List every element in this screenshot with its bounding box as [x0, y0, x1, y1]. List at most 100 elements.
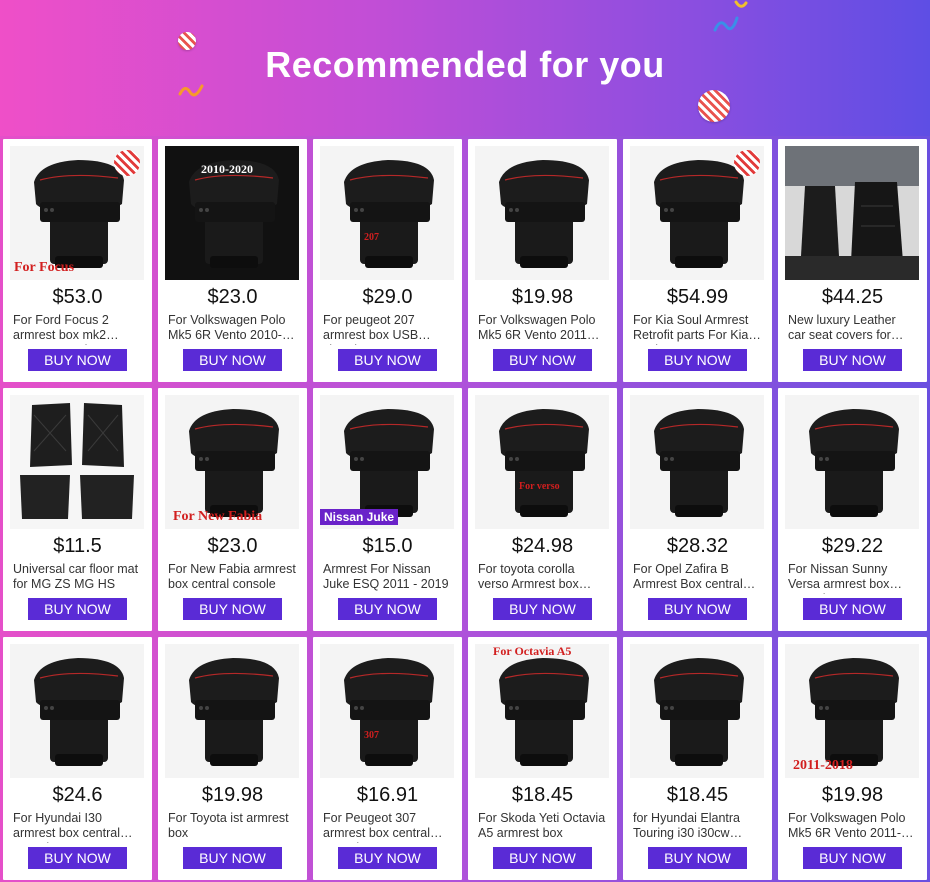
- product-image-caption: 207: [364, 232, 379, 243]
- product-image[interactable]: [785, 395, 919, 529]
- product-image[interactable]: [785, 146, 919, 280]
- product-card[interactable]: $19.98 For Toyota ist armrest box BUY NOW: [158, 637, 307, 880]
- product-image[interactable]: [630, 395, 764, 529]
- buy-now-button[interactable]: BUY NOW: [493, 598, 592, 620]
- buy-now-button[interactable]: BUY NOW: [338, 598, 437, 620]
- buy-now-button[interactable]: BUY NOW: [28, 847, 127, 869]
- gift-badge-icon: [734, 150, 760, 176]
- buy-now-button[interactable]: BUY NOW: [803, 598, 902, 620]
- product-image[interactable]: [10, 644, 144, 778]
- product-image[interactable]: Nissan Juke: [320, 395, 454, 529]
- gift-badge-icon: [114, 150, 140, 176]
- product-price: $19.98: [201, 784, 264, 806]
- product-title[interactable]: For Opel Zafira B Armrest Box central st…: [633, 562, 761, 594]
- product-price: $23.0: [207, 535, 258, 557]
- product-price: $23.0: [207, 286, 258, 308]
- product-price: $24.6: [52, 784, 103, 806]
- product-price: $29.22: [821, 535, 884, 557]
- recommended-banner: Recommended for you: [0, 0, 930, 136]
- product-image[interactable]: [10, 395, 144, 529]
- product-card[interactable]: For Octavia A5 $18.45 For Skoda Yeti Octav…: [468, 637, 617, 880]
- product-image[interactable]: [475, 146, 609, 280]
- product-card[interactable]: $28.32 For Opel Zafira B Armrest Box cent…: [623, 388, 772, 631]
- product-title[interactable]: For Toyota ist armrest box: [168, 811, 296, 843]
- product-image-caption: For Octavia A5: [493, 644, 572, 658]
- product-title[interactable]: For Hyundai I30 armrest box central cons…: [13, 811, 141, 843]
- product-image[interactable]: [630, 146, 764, 280]
- product-price: $18.45: [511, 784, 574, 806]
- product-image-caption: Nissan Juke: [320, 509, 399, 525]
- product-price: $19.98: [511, 286, 574, 308]
- product-card[interactable]: 207 $29.0 For peugeot 207 armrest box USB …: [313, 139, 462, 382]
- product-title[interactable]: For Volkswagen Polo Mk5 6R Vento 2011-20…: [788, 811, 916, 843]
- product-card[interactable]: For verso $24.98 For toyota corolla verso …: [468, 388, 617, 631]
- product-card[interactable]: 2010-2020 $23.0 For Volkswagen Polo Mk5 6R…: [158, 139, 307, 382]
- product-image-caption: For New Fabia: [173, 509, 263, 524]
- product-card[interactable]: $54.99 For Kia Soul Armrest Retrofit part…: [623, 139, 772, 382]
- product-card[interactable]: For Focus $53.0 For Ford Focus 2 armrest b…: [3, 139, 152, 382]
- buy-now-button[interactable]: BUY NOW: [183, 847, 282, 869]
- product-title[interactable]: Universal car floor mat for MG ZS MG HS: [13, 562, 141, 594]
- product-image[interactable]: 307: [320, 644, 454, 778]
- buy-now-button[interactable]: BUY NOW: [803, 349, 902, 371]
- product-card[interactable]: For New Fabia $23.0 For New Fabia armrest …: [158, 388, 307, 631]
- product-title[interactable]: For Skoda Yeti Octavia A5 armrest box: [478, 811, 606, 843]
- buy-now-button[interactable]: BUY NOW: [493, 349, 592, 371]
- product-image-caption: 307: [364, 730, 379, 741]
- product-card[interactable]: $11.5 Universal car floor mat for MG ZS M…: [3, 388, 152, 631]
- buy-now-button[interactable]: BUY NOW: [338, 349, 437, 371]
- product-card[interactable]: 307 $16.91 For Peugeot 307 armrest box cen…: [313, 637, 462, 880]
- product-title[interactable]: For Kia Soul Armrest Retrofit parts For …: [633, 313, 761, 345]
- product-image-caption: For Focus: [14, 260, 75, 275]
- product-price: $53.0: [52, 286, 103, 308]
- buy-now-button[interactable]: BUY NOW: [28, 349, 127, 371]
- product-title[interactable]: For Ford Focus 2 armrest box mk2 center …: [13, 313, 141, 345]
- product-price: $15.0: [362, 535, 413, 557]
- decor-squiggle-icon: [713, 16, 739, 32]
- decor-ball-icon: [698, 90, 730, 122]
- product-title[interactable]: For New Fabia armrest box central consol…: [168, 562, 296, 594]
- product-price: $18.45: [666, 784, 729, 806]
- buy-now-button[interactable]: BUY NOW: [648, 847, 747, 869]
- product-card[interactable]: $44.25 New luxury Leather car seat covers…: [778, 139, 927, 382]
- product-card[interactable]: Nissan Juke $15.0 Armrest For Nissan Juke …: [313, 388, 462, 631]
- product-image[interactable]: 2010-2020: [165, 146, 299, 280]
- product-image[interactable]: 2011-2018: [785, 644, 919, 778]
- product-card[interactable]: $18.45 for Hyundai Elantra Touring i30 i3…: [623, 637, 772, 880]
- buy-now-button[interactable]: BUY NOW: [648, 598, 747, 620]
- product-price: $54.99: [666, 286, 729, 308]
- buy-now-button[interactable]: BUY NOW: [183, 349, 282, 371]
- product-grid: For Focus $53.0 For Ford Focus 2 armrest b…: [0, 136, 930, 882]
- buy-now-button[interactable]: BUY NOW: [28, 598, 127, 620]
- buy-now-button[interactable]: BUY NOW: [803, 847, 902, 869]
- product-title[interactable]: New luxury Leather car seat covers for c…: [788, 313, 916, 345]
- buy-now-button[interactable]: BUY NOW: [338, 847, 437, 869]
- buy-now-button[interactable]: BUY NOW: [493, 847, 592, 869]
- buy-now-button[interactable]: BUY NOW: [648, 349, 747, 371]
- product-title[interactable]: For Peugeot 307 armrest box central cons…: [323, 811, 451, 843]
- product-title[interactable]: Armrest For Nissan Juke ESQ 2011 - 2019: [323, 562, 451, 594]
- product-image-caption: For verso: [519, 481, 560, 492]
- product-card[interactable]: $19.98 For Volkswagen Polo Mk5 6R Vento 2…: [468, 139, 617, 382]
- product-price: $28.32: [666, 535, 729, 557]
- product-image[interactable]: For Octavia A5: [475, 644, 609, 778]
- product-image[interactable]: For verso: [475, 395, 609, 529]
- product-title[interactable]: For Volkswagen Polo Mk5 6R Vento 2011 ar…: [478, 313, 606, 345]
- product-title[interactable]: for Hyundai Elantra Touring i30 i30cw ar…: [633, 811, 761, 843]
- product-title[interactable]: For peugeot 207 armrest box USB charging: [323, 313, 451, 345]
- buy-now-button[interactable]: BUY NOW: [183, 598, 282, 620]
- product-image[interactable]: For Focus: [10, 146, 144, 280]
- product-card[interactable]: $24.6 For Hyundai I30 armrest box central…: [3, 637, 152, 880]
- product-title[interactable]: For toyota corolla verso Armrest box cen…: [478, 562, 606, 594]
- product-image[interactable]: [165, 644, 299, 778]
- product-title[interactable]: For Volkswagen Polo Mk5 6R Vento 2010-20…: [168, 313, 296, 345]
- product-image[interactable]: For New Fabia: [165, 395, 299, 529]
- product-image[interactable]: 207: [320, 146, 454, 280]
- product-title[interactable]: For Nissan Sunny Versa armrest box centr…: [788, 562, 916, 594]
- product-card[interactable]: 2011-2018 $19.98 For Volkswagen Polo Mk5 6…: [778, 637, 927, 880]
- decor-ball-icon: [178, 32, 196, 50]
- decor-squiggle-icon: [178, 84, 204, 97]
- product-price: $11.5: [53, 535, 102, 557]
- product-card[interactable]: $29.22 For Nissan Sunny Versa armrest box…: [778, 388, 927, 631]
- product-image[interactable]: [630, 644, 764, 778]
